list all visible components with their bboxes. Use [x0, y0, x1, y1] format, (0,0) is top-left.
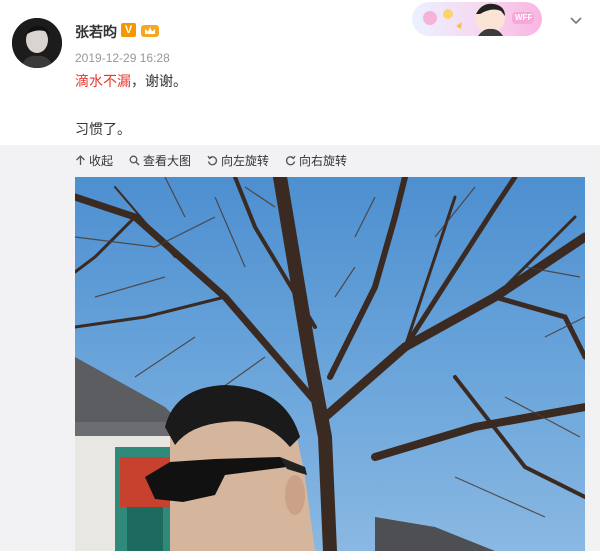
image-toolbar: 收起 查看大图 向左旋转 向右旋转 — [75, 150, 347, 170]
rotate-right-button[interactable]: 向右旋转 — [285, 150, 347, 170]
banner-badge: WFF — [515, 13, 533, 22]
crown-icon — [140, 22, 160, 38]
view-large-button[interactable]: 查看大图 — [129, 150, 191, 170]
post-text-line1: 滴水不漏，谢谢。 — [75, 71, 187, 91]
rotate-right-label: 向右旋转 — [299, 153, 348, 168]
collapse-label: 收起 — [89, 153, 114, 168]
chevron-down-icon[interactable] — [568, 14, 584, 28]
collapse-icon — [76, 154, 85, 165]
post-photo[interactable] — [75, 177, 585, 551]
post-text-line2: 习惯了。 — [75, 121, 131, 137]
rotate-left-label: 向左旋转 — [221, 153, 270, 168]
post-timestamp[interactable]: 2019-12-29 16:28 — [75, 51, 170, 65]
post-text-rest: ，谢谢。 — [131, 73, 187, 89]
collapse-button[interactable]: 收起 — [75, 150, 113, 170]
zoom-icon — [129, 155, 140, 165]
post-text-highlight[interactable]: 滴水不漏 — [75, 73, 131, 89]
rotate-left-icon — [207, 155, 218, 165]
view-large-label: 查看大图 — [143, 153, 192, 168]
username[interactable]: 张若昀 — [75, 22, 117, 42]
fan-banner[interactable]: WFF — [408, 0, 546, 40]
verified-badge: V — [121, 23, 136, 37]
rotate-right-icon — [285, 155, 296, 165]
rotate-left-button[interactable]: 向左旋转 — [207, 150, 269, 170]
avatar[interactable] — [12, 18, 62, 68]
